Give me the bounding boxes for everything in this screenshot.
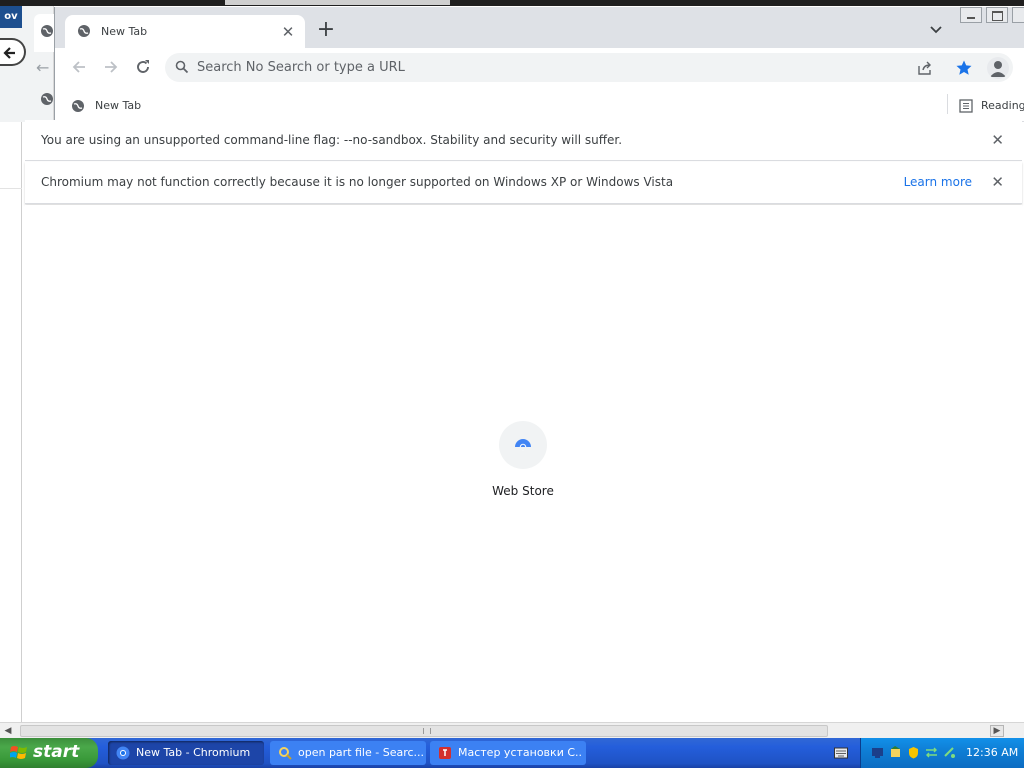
taskbar-item-label: open part file - Searc... [298, 746, 423, 759]
tab-new-tab[interactable]: New Tab ✕ [65, 15, 305, 49]
taskbar-item-chromium[interactable]: New Tab - Chromium [108, 741, 264, 765]
reload-icon[interactable] [133, 57, 153, 77]
start-button[interactable]: start [0, 738, 98, 768]
clock: 12:36 AM [966, 746, 1019, 759]
minimize-button[interactable] [960, 7, 982, 23]
reading-list-icon [959, 99, 973, 113]
system-tray: 12:36 AM [860, 738, 1024, 768]
omnibox[interactable] [165, 53, 1013, 82]
toolbar [55, 48, 1024, 86]
shortcut-label: Web Store [492, 484, 554, 498]
infobar-close-button[interactable]: ✕ [991, 132, 1004, 148]
close-window-button[interactable] [1012, 7, 1024, 23]
infobar-message: You are using an unsupported command-lin… [41, 133, 623, 147]
horizontal-scrollbar[interactable]: ◀ ▶ [0, 722, 1024, 739]
safely-remove-icon[interactable] [943, 746, 956, 759]
background-title-slot [225, 0, 450, 5]
share-icon[interactable] [917, 60, 933, 76]
bookmarks-bar: New Tab Reading list [55, 86, 1024, 122]
search-icon [175, 60, 189, 74]
new-tab-page: Web Store [25, 205, 1022, 722]
globe-icon [72, 100, 84, 112]
taskbar-item-installer[interactable]: Мастер установки С... [430, 741, 586, 765]
scroll-left-icon[interactable]: ◀ [2, 725, 14, 737]
scrollbar-thumb[interactable] [20, 725, 828, 737]
shortcut-web-store[interactable]: Web Store [473, 415, 573, 505]
reading-list-button[interactable]: Reading list [959, 99, 1024, 116]
taskbar-item-search[interactable]: open part file - Searc... [270, 741, 426, 765]
chromium-icon [116, 746, 130, 760]
background-back-arrow-icon: ← [36, 58, 50, 77]
tab-search-chevron-icon[interactable] [927, 23, 945, 37]
web-store-icon [515, 439, 531, 451]
tray-app-icon[interactable] [889, 746, 902, 759]
taskbar-item-label: Мастер установки С... [458, 746, 583, 759]
maximize-button[interactable] [986, 7, 1008, 23]
back-icon[interactable] [69, 57, 89, 77]
search-app-icon [279, 747, 292, 760]
start-label: start [33, 742, 80, 762]
background-top-bar [0, 0, 1024, 6]
infobar-unsupported-os: Chromium may not function correctly beca… [25, 162, 1022, 204]
installer-icon [439, 747, 451, 759]
profile-avatar-icon[interactable] [987, 57, 1009, 79]
infobar-no-sandbox: You are using an unsupported command-lin… [25, 120, 1022, 161]
divider [0, 188, 22, 189]
network-icon[interactable] [871, 746, 884, 759]
forward-icon[interactable] [101, 57, 121, 77]
learn-more-link[interactable]: Learn more [904, 175, 972, 189]
new-tab-button[interactable]: + [315, 19, 337, 41]
infobar-close-button[interactable]: ✕ [991, 174, 1004, 190]
omnibox-input[interactable] [197, 57, 877, 78]
browser-window: New Tab ✕ + New Tab Reading list [54, 7, 1024, 122]
reading-list-label: Reading list [981, 99, 1024, 112]
scroll-right-icon[interactable]: ▶ [990, 725, 1004, 737]
shortcut-tile [499, 421, 547, 469]
background-app-logo: ov [0, 6, 22, 28]
taskbar: start New Tab - Chromium open part file … [0, 738, 1024, 768]
globe-icon [41, 93, 53, 105]
background-window-edge [0, 122, 22, 722]
tab-close-button[interactable]: ✕ [279, 23, 297, 41]
bookmarks-divider [947, 94, 948, 114]
tab-strip: New Tab ✕ + [55, 7, 1024, 49]
keyboard-icon[interactable] [834, 747, 848, 759]
bookmark-star-icon[interactable] [955, 59, 973, 77]
windows-flag-icon [10, 746, 27, 759]
taskbar-item-label: New Tab - Chromium [136, 746, 251, 759]
globe-icon [78, 25, 90, 37]
scrollbar-corner [1008, 723, 1024, 739]
network-activity-icon[interactable] [925, 746, 938, 759]
tab-title: New Tab [101, 25, 148, 38]
bookmark-label: New Tab [95, 99, 142, 112]
security-shield-icon[interactable] [907, 746, 920, 759]
globe-icon [41, 25, 53, 37]
infobar-message: Chromium may not function correctly beca… [41, 175, 674, 189]
